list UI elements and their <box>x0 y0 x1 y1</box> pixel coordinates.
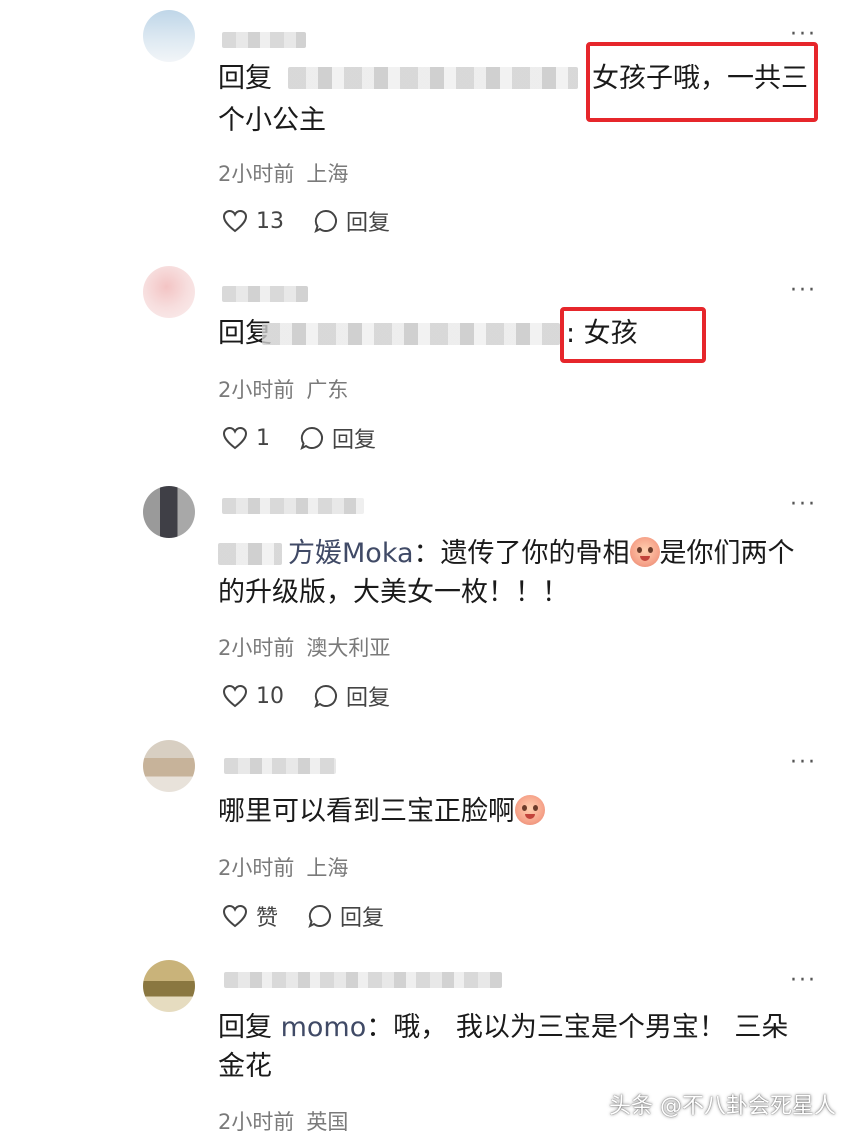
emoji-icon <box>629 537 660 567</box>
comment-text: 回复 <box>218 59 272 99</box>
reply-prefix-blurred[interactable] <box>218 543 282 565</box>
heart-icon <box>222 904 248 928</box>
username-blurred[interactable] <box>224 758 336 774</box>
comment-meta: 2小时前 上海 <box>218 158 360 188</box>
comment-time: 2小时前 <box>218 636 295 660</box>
mention-link[interactable]: 方媛Moka <box>288 538 414 569</box>
comment-text: 哪里可以看到三宝正脸啊 <box>218 792 545 832</box>
heart-icon <box>222 426 248 450</box>
comment-location: 澳大利亚 <box>306 636 391 660</box>
comment-text-line2: 的升级版，大美女一枚！！！ <box>218 577 569 608</box>
heart-icon <box>222 684 248 708</box>
like-label: 赞 <box>256 906 279 931</box>
comment-text: 方媛Moka：遗传了你的骨相 是你们两个 <box>288 534 795 574</box>
comment-text: 回复 momo：哦， 我以为三宝是个男宝！ 三朵 <box>218 1008 788 1048</box>
comment-text-line2: 金花 <box>218 1051 272 1082</box>
heart-icon <box>222 209 248 233</box>
like-count: 1 <box>256 425 270 451</box>
comment-time: 2小时前 <box>218 162 295 186</box>
username-blurred[interactable] <box>224 972 502 988</box>
username-blurred[interactable] <box>222 286 308 302</box>
mention-blurred[interactable] <box>288 67 578 89</box>
avatar[interactable] <box>143 740 195 792</box>
more-icon[interactable]: ··· <box>790 280 817 302</box>
comment-bubble-icon <box>314 684 337 708</box>
comment-time: 2小时前 <box>218 856 295 880</box>
comment-time: 2小时前 <box>218 1110 295 1134</box>
comment-meta: 2小时前 澳大利亚 <box>218 632 402 662</box>
separator: ： <box>413 538 441 569</box>
avatar[interactable] <box>143 10 195 62</box>
highlight-box <box>560 307 706 363</box>
like-button[interactable]: 赞 <box>222 900 278 932</box>
avatar[interactable] <box>143 266 195 318</box>
separator: ： <box>366 1012 394 1043</box>
watermark: 头条 @不八卦会死星人 <box>609 1094 836 1119</box>
comment-location: 英国 <box>306 1110 349 1134</box>
comment-meta: 2小时前 广东 <box>218 374 360 404</box>
reply-label: 回复 <box>346 211 391 236</box>
reply-button[interactable]: 回复 <box>314 205 390 237</box>
reply-prefix: 回复 <box>218 1012 272 1043</box>
username-blurred[interactable] <box>222 32 306 48</box>
avatar[interactable] <box>143 960 195 1012</box>
comment-time: 2小时前 <box>218 378 295 402</box>
comment-bubble-icon <box>314 209 337 233</box>
reply-label: 回复 <box>332 428 377 453</box>
mention-link[interactable]: momo <box>281 1012 367 1043</box>
reply-button[interactable]: 回复 <box>300 422 376 454</box>
comment-text-main: 哪里可以看到三宝正脸啊 <box>218 796 515 827</box>
like-button[interactable]: 1 <box>222 426 270 451</box>
comment-actions: 13 回复 <box>222 205 420 237</box>
like-count: 10 <box>256 683 284 709</box>
comment-meta: 2小时前 英国 <box>218 1106 360 1134</box>
reply-button[interactable]: 回复 <box>314 680 390 712</box>
like-button[interactable]: 13 <box>222 209 284 234</box>
comment-location: 上海 <box>306 162 349 186</box>
comment-bubble-icon <box>308 904 331 928</box>
avatar[interactable] <box>143 486 195 538</box>
more-icon[interactable]: ··· <box>790 752 817 774</box>
comment-meta: 2小时前 上海 <box>218 852 360 882</box>
more-icon[interactable]: ··· <box>790 494 817 516</box>
comment-text-line1: 哦， 我以为三宝是个男宝！ 三朵 <box>393 1012 789 1043</box>
comment-actions: 10 回复 <box>222 680 420 712</box>
comment-text-line1: 遗传了你的骨相 <box>440 538 630 569</box>
reply-prefix: 回复 <box>218 63 272 94</box>
like-button[interactable]: 10 <box>222 684 284 709</box>
comment-text-line1b: 是你们两个 <box>659 538 795 569</box>
mention-blurred[interactable] <box>262 323 560 345</box>
comment-actions: 赞 回复 <box>222 900 414 932</box>
reply-label: 回复 <box>340 906 385 931</box>
comment-text-line2: 个小公主 <box>218 105 326 136</box>
comment-location: 上海 <box>306 856 349 880</box>
more-icon[interactable]: ··· <box>790 970 817 992</box>
like-count: 13 <box>256 208 284 234</box>
username-blurred[interactable] <box>222 498 364 514</box>
comment-actions: 1 回复 <box>222 422 406 454</box>
highlight-box <box>586 42 818 122</box>
emoji-icon <box>515 795 545 825</box>
comment-location: 广东 <box>306 378 349 402</box>
comment-bubble-icon <box>300 426 323 450</box>
reply-button[interactable]: 回复 <box>308 900 384 932</box>
reply-label: 回复 <box>346 686 391 711</box>
